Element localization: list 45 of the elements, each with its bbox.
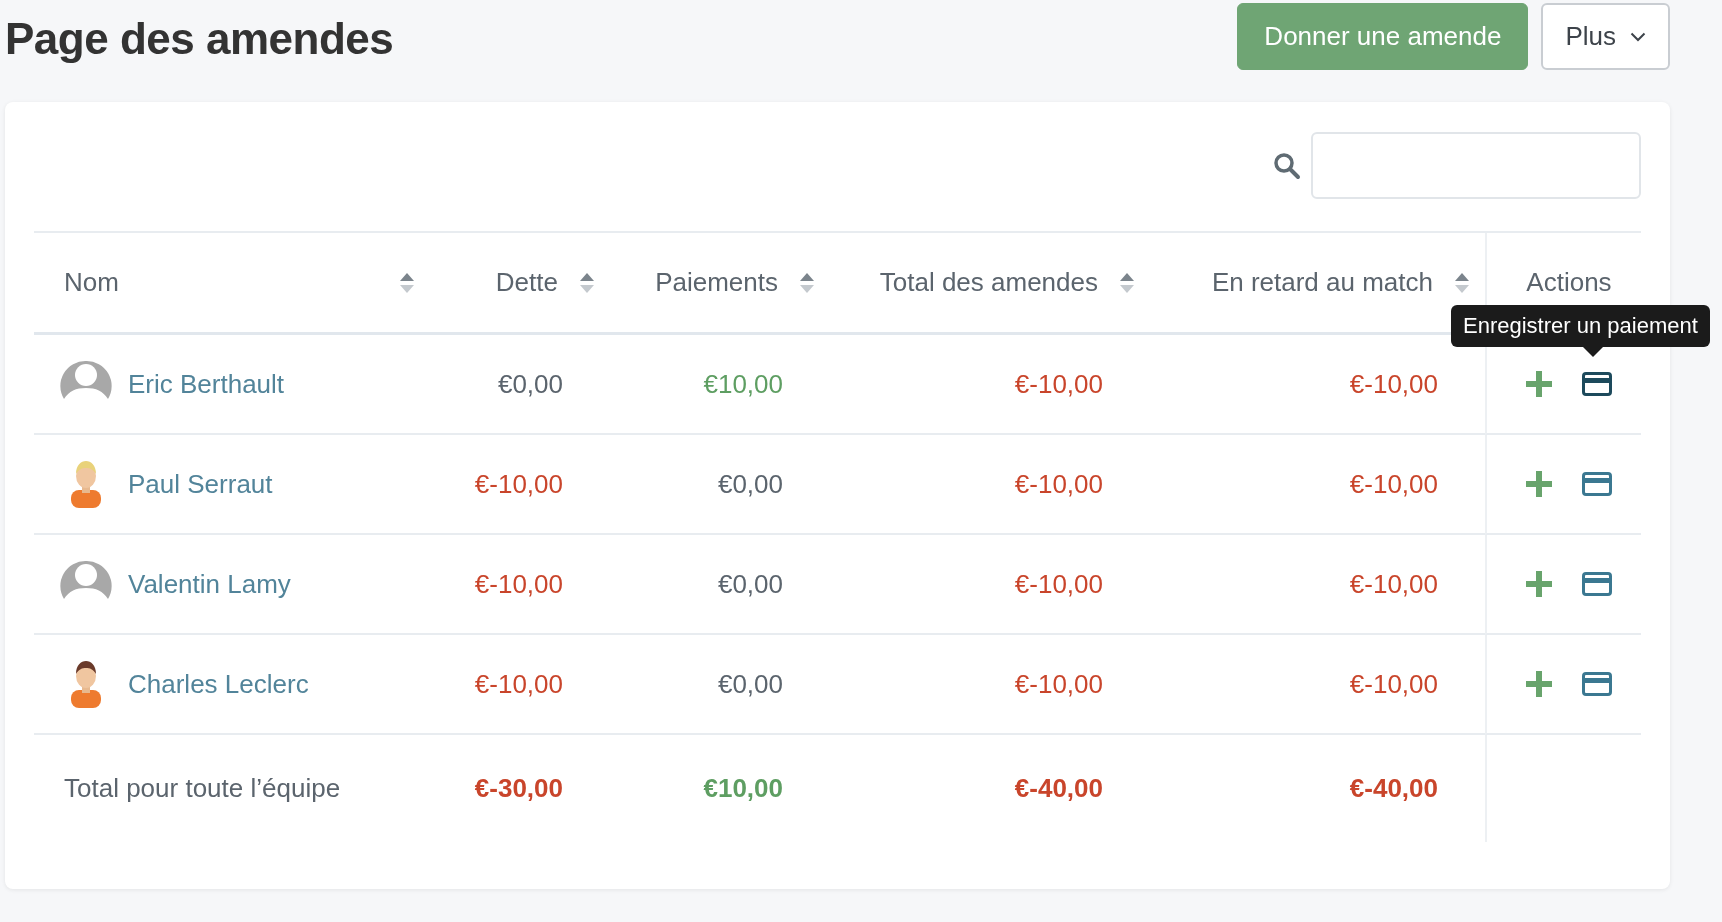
page-title: Page des amendes bbox=[5, 14, 394, 64]
tooltip: Enregistrer un paiement bbox=[1451, 305, 1710, 357]
credit-card-icon bbox=[1582, 672, 1612, 696]
credit-card-icon bbox=[1582, 472, 1612, 496]
player-link[interactable]: Eric Berthault bbox=[128, 368, 285, 400]
amount-cell: €-10,00 bbox=[474, 668, 563, 700]
total-amount: €10,00 bbox=[703, 773, 783, 804]
amount-cell: €10,00 bbox=[703, 368, 783, 400]
total-amount: €-40,00 bbox=[1349, 773, 1438, 804]
plus-icon bbox=[1526, 671, 1552, 697]
search-icon bbox=[1273, 151, 1301, 180]
amount-cell: €-10,00 bbox=[1349, 568, 1438, 600]
player-avatar-icon bbox=[69, 660, 103, 708]
amount-cell: €-10,00 bbox=[474, 468, 563, 500]
amount-cell: €0,00 bbox=[717, 568, 783, 600]
amount-cell: €-10,00 bbox=[1014, 668, 1103, 700]
player-avatar-icon bbox=[69, 460, 103, 508]
column-header[interactable]: Nom bbox=[34, 233, 430, 335]
player-link[interactable]: Valentin Lamy bbox=[128, 568, 291, 600]
player-link[interactable]: Paul Serraut bbox=[128, 468, 273, 500]
more-button[interactable]: Plus bbox=[1541, 3, 1670, 70]
credit-card-icon bbox=[1582, 372, 1612, 396]
amount-cell: €-10,00 bbox=[1014, 568, 1103, 600]
plus-icon bbox=[1526, 371, 1552, 397]
amount-cell: €-10,00 bbox=[1349, 468, 1438, 500]
amount-cell: €0,00 bbox=[717, 668, 783, 700]
chevron-down-icon bbox=[1630, 31, 1646, 42]
total-amount: €-30,00 bbox=[474, 773, 563, 804]
amount-cell: €-10,00 bbox=[1349, 368, 1438, 400]
amount-cell: €0,00 bbox=[717, 468, 783, 500]
player-link[interactable]: Charles Leclerc bbox=[128, 668, 309, 700]
total-amount: €-40,00 bbox=[1014, 773, 1103, 804]
column-header[interactable]: Dette bbox=[430, 233, 610, 335]
amount-cell: €-10,00 bbox=[1349, 668, 1438, 700]
total-label: Total pour toute l’équipe bbox=[64, 773, 341, 804]
column-header[interactable]: Paiements bbox=[610, 233, 830, 335]
amount-cell: €-10,00 bbox=[1014, 368, 1103, 400]
amount-cell: €-10,00 bbox=[474, 568, 563, 600]
plus-icon bbox=[1526, 571, 1552, 597]
amount-cell: €0,00 bbox=[497, 368, 563, 400]
amount-cell: €-10,00 bbox=[1014, 468, 1103, 500]
search-field[interactable] bbox=[1311, 132, 1641, 199]
plus-icon bbox=[1526, 471, 1552, 497]
column-header[interactable]: Total des amendes bbox=[830, 233, 1150, 335]
credit-card-icon bbox=[1582, 572, 1612, 596]
